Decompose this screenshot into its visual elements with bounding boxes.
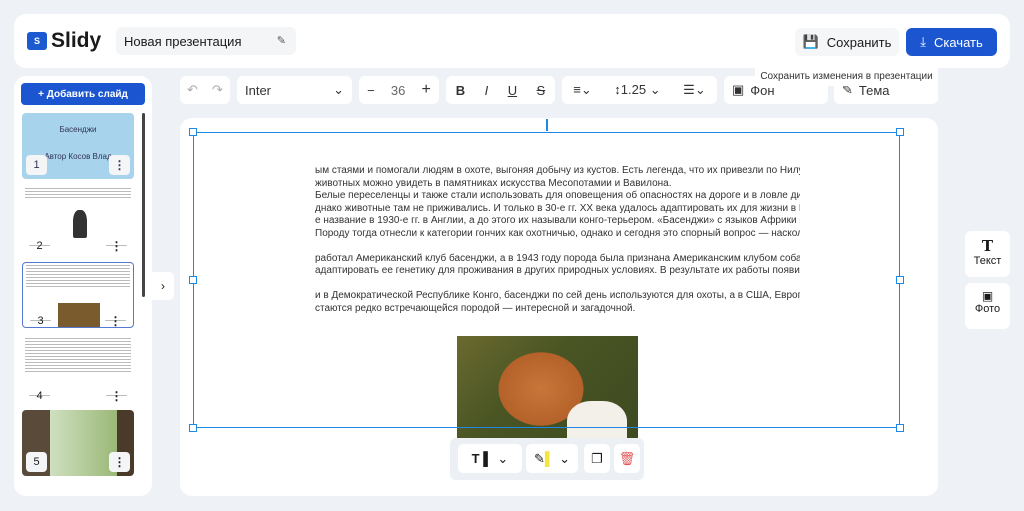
bold-icon[interactable]: B: [456, 83, 465, 98]
presentation-title: Новая презентация: [124, 34, 242, 49]
save-icon: 💾: [802, 34, 819, 49]
font-select[interactable]: Inter ⌄: [237, 76, 352, 104]
text-color-icon: T ▌: [471, 451, 493, 466]
highlighter-icon: ✎▌: [533, 450, 555, 466]
format-group: BIUS: [446, 76, 555, 104]
slide-thumb-1[interactable]: Басенджи Автор Косов Влад 1 ⋮: [22, 113, 134, 179]
delete-button[interactable]: 🗑: [614, 444, 640, 473]
slide-thumb-4[interactable]: 4 ⋮: [22, 336, 134, 402]
logo[interactable]: S Slidy: [27, 29, 101, 53]
header: S Slidy Новая презентация ✎ 💾 Сохранить ⤓…: [14, 14, 1010, 68]
chevron-down-icon: ⌄: [559, 450, 571, 466]
slide-menu-icon[interactable]: ⋮: [105, 314, 126, 327]
sidebar-scrollbar[interactable]: [142, 113, 145, 297]
slides-sidebar: + Добавить слайд Басенджи Автор Косов Вл…: [14, 76, 152, 496]
trash-icon: 🗑: [618, 450, 636, 466]
align-left-icon[interactable]: ≡⌄: [573, 82, 591, 98]
presentation-title-input[interactable]: Новая презентация ✎: [116, 27, 296, 55]
resize-handle[interactable]: [896, 276, 904, 284]
text-icon: T: [981, 237, 994, 255]
slide-thumb-2[interactable]: 2 ⋮: [22, 186, 134, 252]
dog-image: [58, 303, 100, 327]
add-slide-button[interactable]: + Добавить слайд: [21, 83, 145, 105]
logo-icon: S: [27, 32, 47, 50]
undo-icon[interactable]: ↶: [187, 82, 198, 98]
download-button[interactable]: ⤓ Скачать: [906, 28, 997, 56]
add-photo-button[interactable]: ▣ Фото: [965, 283, 1010, 329]
chevron-right-icon: ›: [161, 279, 165, 293]
underline-icon[interactable]: U: [508, 83, 517, 98]
slide-menu-icon[interactable]: ⋮: [109, 452, 130, 472]
copy-icon: ❐: [591, 450, 603, 466]
add-text-button[interactable]: T Текст: [965, 231, 1010, 277]
resize-handle[interactable]: [189, 276, 197, 284]
redo-icon[interactable]: ↷: [212, 82, 223, 98]
resize-handle[interactable]: [189, 128, 197, 136]
chevron-down-icon: ⌄: [497, 450, 509, 466]
selection-box[interactable]: [189, 119, 904, 432]
element-toolbar: T ▌ ⌄ ✎▌ ⌄ ❐ 🗑: [450, 438, 644, 480]
slide-menu-icon[interactable]: ⋮: [106, 389, 127, 402]
list-icon[interactable]: ☰⌄: [683, 82, 706, 98]
download-icon: ⤓: [920, 34, 926, 49]
minus-icon[interactable]: −: [367, 83, 375, 98]
history-group: ↶ ↷: [180, 76, 230, 104]
slide-thumb-3[interactable]: 3 ⋮: [22, 262, 134, 328]
chevron-down-icon: ⌄: [333, 82, 344, 97]
strikethrough-icon[interactable]: S: [537, 83, 546, 98]
slide-menu-icon[interactable]: ⋮: [106, 239, 127, 252]
dog-image: [73, 210, 87, 238]
app-name: Slidy: [51, 29, 102, 52]
tooltip: Сохранить изменения в презентации: [755, 68, 938, 86]
paragraph-group: ≡⌄ ↕1.25 ⌄ ☰⌄: [562, 76, 717, 104]
line-height-select[interactable]: ↕1.25 ⌄: [614, 82, 660, 98]
edit-icon: ✎: [276, 35, 286, 47]
resize-handle[interactable]: [189, 424, 197, 432]
text-color-button[interactable]: T ▌ ⌄: [458, 444, 522, 473]
font-size-stepper[interactable]: −36 +: [359, 76, 439, 104]
image-icon: ▣: [981, 289, 994, 303]
slide-thumb-5[interactable]: 5 ⋮: [22, 410, 134, 476]
resize-handle[interactable]: [896, 128, 904, 136]
highlight-color-button[interactable]: ✎▌ ⌄: [526, 444, 578, 473]
resize-handle[interactable]: [896, 424, 904, 432]
slide-menu-icon[interactable]: ⋮: [109, 155, 130, 175]
background-icon: ▣: [732, 82, 745, 97]
duplicate-button[interactable]: ❐: [584, 444, 610, 473]
rotate-handle[interactable]: [546, 119, 548, 131]
expand-sidebar-button[interactable]: ›: [152, 272, 174, 300]
italic-icon[interactable]: I: [485, 83, 489, 98]
save-button[interactable]: 💾 Сохранить: [795, 28, 899, 56]
plus-icon[interactable]: +: [422, 81, 431, 99]
